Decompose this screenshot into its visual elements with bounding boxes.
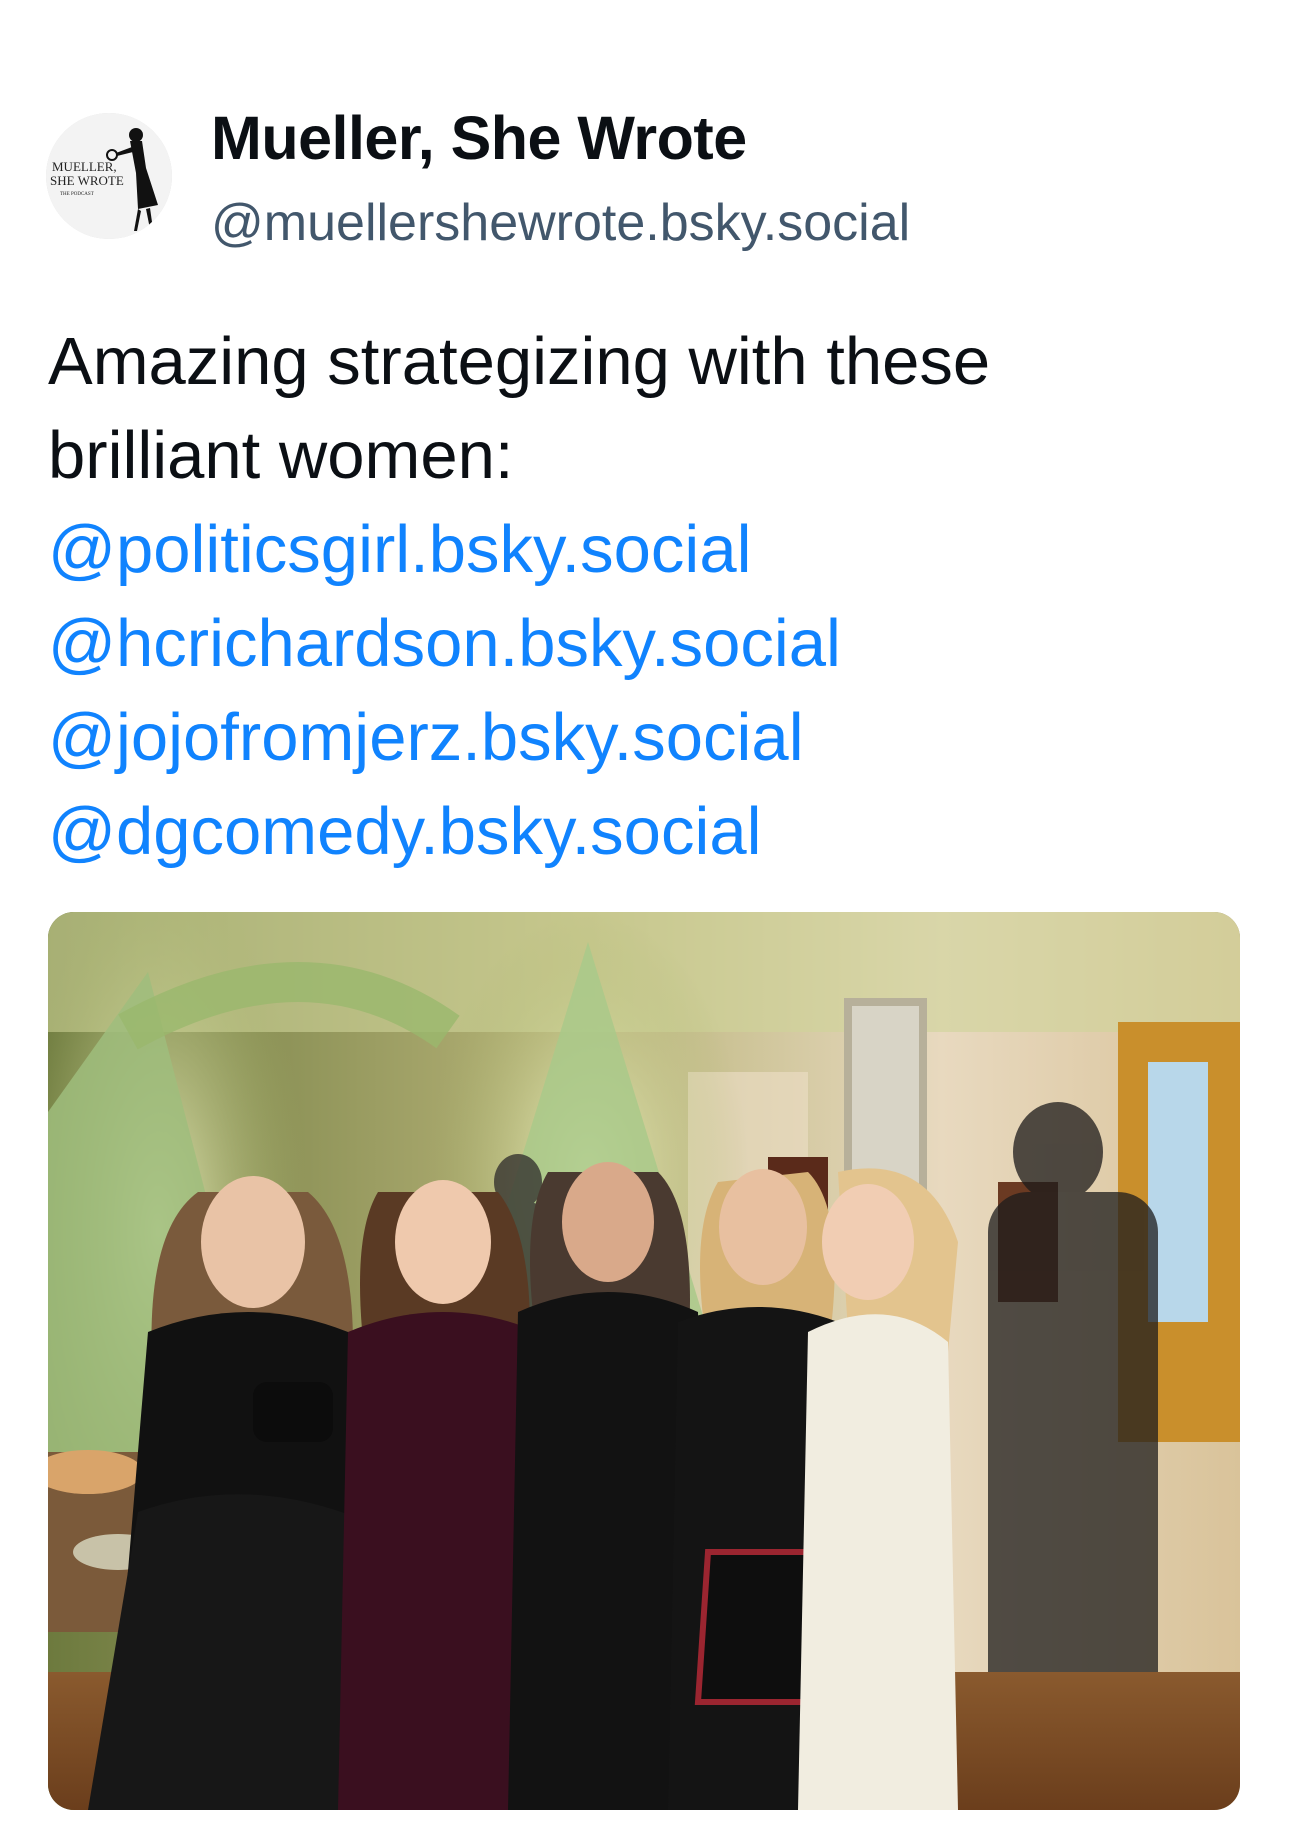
avatar-logo-icon: MUELLER, SHE WROTE THE PODCAST — [46, 113, 172, 239]
author-avatar[interactable]: MUELLER, SHE WROTE THE PODCAST — [46, 113, 172, 239]
photo-image-icon — [48, 912, 1240, 1810]
author-handle[interactable]: @muellershewrote.bsky.social — [211, 193, 910, 253]
post-text-line: Amazing strategizing with these — [48, 324, 991, 399]
author-display-name[interactable]: Mueller, She Wrote — [211, 103, 747, 173]
mention-link-jojofromjerz[interactable]: @jojofromjerz.bsky.social — [48, 691, 1248, 785]
mention-link-politicsgirl[interactable]: @politicsgirl.bsky.social — [48, 503, 1248, 597]
mention-link-hcrichardson[interactable]: @hcrichardson.bsky.social — [48, 597, 1248, 691]
post-photo[interactable] — [48, 912, 1240, 1810]
avatar-logo-text-2: SHE WROTE — [50, 173, 124, 188]
post: MUELLER, SHE WROTE THE PODCAST Mueller, … — [0, 0, 1290, 1841]
post-text-line: brilliant women: — [48, 418, 514, 493]
avatar-logo-text-1: MUELLER, — [52, 159, 117, 174]
post-text: Amazing strategizing with these brillian… — [48, 315, 1248, 879]
avatar-logo-text-3: THE PODCAST — [60, 192, 94, 197]
mention-link-dgcomedy[interactable]: @dgcomedy.bsky.social — [48, 785, 1248, 879]
